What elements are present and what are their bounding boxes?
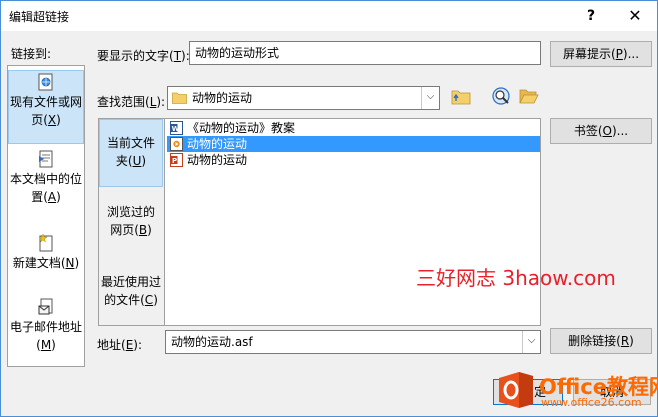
list-item[interactable]: W 《动物的运动》教案 xyxy=(167,120,540,136)
link-label-line: 现有文件或网 xyxy=(9,95,82,109)
link-label-line: 置( xyxy=(31,190,48,204)
close-button[interactable]: ✕ xyxy=(615,3,655,29)
file-name: 动物的运动 xyxy=(187,137,248,151)
word-doc-icon: W xyxy=(170,121,183,135)
tab-label-line: 的文件( xyxy=(104,293,145,307)
tab-label-line: 浏览过的 xyxy=(106,205,155,219)
tab-label-line: ) xyxy=(141,154,147,168)
address-value: 动物的运动.asf xyxy=(171,335,253,349)
up-folder-icon xyxy=(451,90,471,105)
list-item[interactable]: P 动物的运动 xyxy=(167,152,540,168)
link-to-label: 链接到: xyxy=(11,47,52,61)
btn-part: ) xyxy=(629,334,634,348)
link-to-new-document[interactable]: 新建文档(N) xyxy=(8,232,84,286)
svg-text:P: P xyxy=(172,157,177,165)
list-item[interactable]: 动物的运动 xyxy=(167,136,540,152)
tab-label-line: ) xyxy=(147,223,152,237)
browse-web-button[interactable] xyxy=(489,85,513,109)
link-label-line: ) xyxy=(74,256,80,270)
tab-browsed-pages[interactable]: 浏览过的 网页(B) xyxy=(99,203,163,243)
access-key: R xyxy=(620,334,630,348)
powerpoint-file-icon: P xyxy=(170,153,183,167)
tab-label-line: 网页( xyxy=(110,223,139,237)
link-to-email-address[interactable]: 电子邮件地址 (M) xyxy=(8,296,84,366)
look-in-combo[interactable]: 动物的运动 ⌵ xyxy=(167,86,440,110)
access-key: A xyxy=(47,190,57,204)
label-part: 地址( xyxy=(97,338,126,352)
open-folder-icon xyxy=(519,89,539,104)
look-in-value: 动物的运动 xyxy=(192,91,253,105)
address-label: 地址(E): xyxy=(97,336,142,353)
tab-label-line: 夹( xyxy=(115,154,133,168)
tab-label-line: 最近使用过 xyxy=(100,275,161,289)
chevron-down-icon[interactable]: ⌵ xyxy=(421,87,439,109)
folder-icon xyxy=(172,92,187,104)
label-part: ): xyxy=(133,338,143,352)
link-to-place-in-document[interactable]: 本文档中的位 置(A) xyxy=(8,148,84,220)
btn-part: 屏幕提示( xyxy=(562,47,616,61)
access-key: B xyxy=(138,223,148,237)
access-key: X xyxy=(47,113,57,127)
bookmark-button[interactable]: 书签(O)... xyxy=(550,118,652,144)
remove-link-button[interactable]: 删除链接(R) xyxy=(550,328,652,354)
access-key: P xyxy=(615,47,623,61)
help-button[interactable]: ? xyxy=(571,3,611,29)
document-place-icon xyxy=(39,150,53,168)
access-key: T xyxy=(173,49,182,63)
edit-hyperlink-dialog: 编辑超链接 ? ✕ 链接到: 现有文件或网 页(X) 本文档中的位 置(A) 新… xyxy=(0,0,658,417)
up-folder-button[interactable] xyxy=(449,85,473,109)
look-in-label: 查找范围(L): xyxy=(97,93,165,110)
link-label-line: 页( xyxy=(31,113,48,127)
label-part: 查找范围( xyxy=(97,95,150,109)
browse-file-button[interactable] xyxy=(517,85,541,109)
btn-part: 删除链接( xyxy=(568,334,621,348)
link-label-line: ) xyxy=(56,190,61,204)
svg-text:W: W xyxy=(172,125,180,133)
link-label-line: 本文档中的位 xyxy=(9,172,82,186)
link-to-panel: 现有文件或网 页(X) 本文档中的位 置(A) 新建文档(N) 电子邮件地址 (… xyxy=(7,65,85,367)
link-label-line: ) xyxy=(51,338,56,352)
access-key: O xyxy=(602,124,612,138)
link-label-line: ) xyxy=(56,113,61,127)
email-icon xyxy=(38,298,53,315)
tab-label-line: ) xyxy=(153,293,158,307)
web-page-icon xyxy=(38,73,53,91)
browse-tabs: 当前文件 夹(U) 浏览过的 网页(B) 最近使用过 的文件(C) xyxy=(99,119,165,325)
site-watermark: 三好网志 3haow.com xyxy=(416,266,616,290)
btn-part: )... xyxy=(622,47,640,61)
link-label-line: 电子邮件地址 xyxy=(9,320,82,334)
btn-part: 书签( xyxy=(573,124,603,138)
display-text-input[interactable]: 动物的运动形式 xyxy=(189,41,541,65)
display-text-label: 要显示的文字(T): xyxy=(97,47,190,64)
file-name: 《动物的运动》教案 xyxy=(187,121,296,135)
dialog-title: 编辑超链接 xyxy=(9,10,70,24)
tab-label-line: 当前文件 xyxy=(106,136,155,150)
new-document-icon xyxy=(38,234,53,252)
file-list: W 《动物的运动》教案 动物的运动 P 动物的运动 xyxy=(167,120,540,168)
tab-recent-files[interactable]: 最近使用过 的文件(C) xyxy=(99,273,163,313)
access-key: M xyxy=(40,338,52,352)
office-url-watermark: www.office26.com xyxy=(541,396,642,409)
address-combo[interactable]: 动物的运动.asf ⌵ xyxy=(165,330,541,354)
btn-part: )... xyxy=(612,124,629,138)
screen-tip-button[interactable]: 屏幕提示(P)... xyxy=(550,41,652,67)
file-name: 动物的运动 xyxy=(187,153,248,167)
media-file-icon xyxy=(170,137,183,151)
office-logo-icon xyxy=(499,372,533,408)
tab-current-folder[interactable]: 当前文件 夹(U) xyxy=(99,119,163,187)
browse-panel: 当前文件 夹(U) 浏览过的 网页(B) 最近使用过 的文件(C) W 《动物的… xyxy=(98,118,541,326)
browse-web-icon xyxy=(492,87,510,105)
label-part: 要显示的文字( xyxy=(97,49,174,63)
chevron-down-icon[interactable]: ⌵ xyxy=(522,331,540,353)
link-label-line: 新建文档( xyxy=(12,256,66,270)
access-key: C xyxy=(144,293,154,307)
title-bar: 编辑超链接 ? ✕ xyxy=(1,1,657,31)
link-to-existing-file[interactable]: 现有文件或网 页(X) xyxy=(8,70,84,144)
label-part: ): xyxy=(156,95,166,109)
